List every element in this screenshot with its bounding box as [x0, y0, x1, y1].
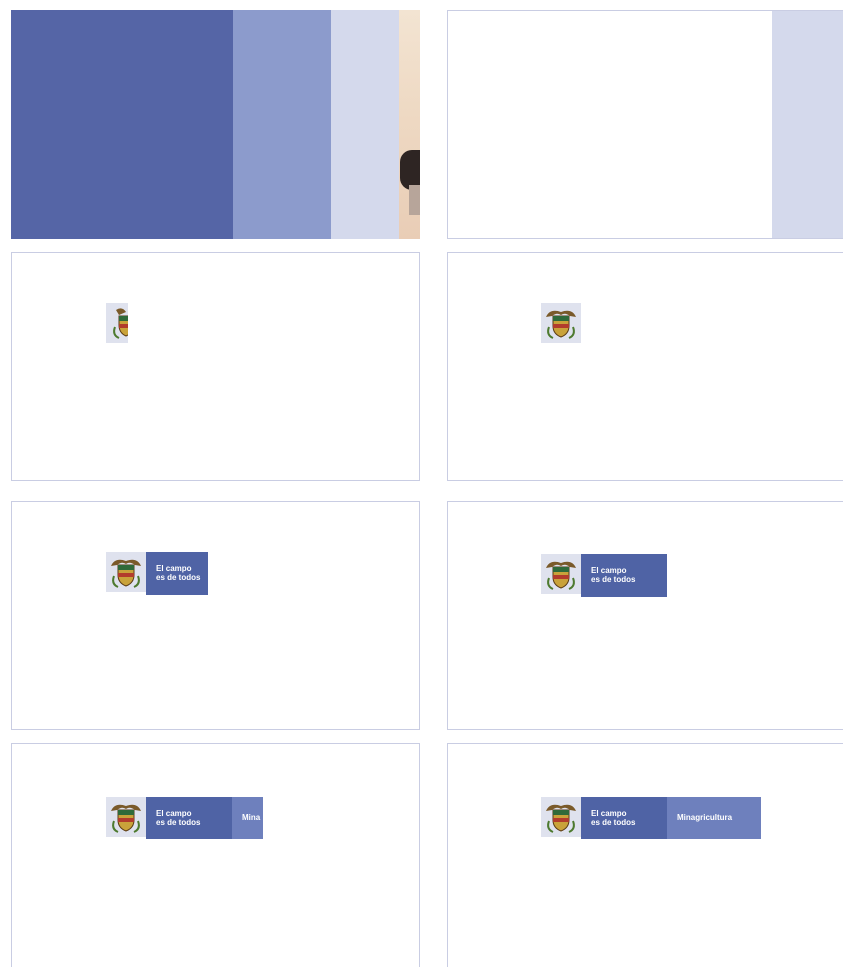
coat-of-arms-icon [541, 554, 581, 594]
slogan-line-2: es de todos [156, 573, 201, 582]
coat-of-arms-icon [541, 797, 581, 837]
slogan-line-1: El campo [591, 566, 627, 575]
coat-of-arms-icon [106, 552, 146, 592]
coat-of-arms-icon [106, 797, 146, 837]
frame-1 [11, 10, 420, 239]
coat-of-arms-icon [541, 303, 581, 343]
slogan-line-1: El campo [156, 809, 192, 818]
frame-8: El campo es de todos Minagricultura [447, 743, 843, 967]
ministry-label: Minagricultura [677, 813, 733, 822]
slogan-line-1: El campo [591, 809, 627, 818]
slogan-block: El campo es de todos [146, 552, 208, 595]
slogan-block: El campo es de todos [146, 797, 232, 839]
ministry-block: Minagricultura [667, 797, 761, 839]
mid-blue-bar [233, 10, 331, 239]
slogan-block: El campo es de todos [581, 797, 667, 839]
light-blue-bar [331, 10, 399, 239]
slogan-block: El campo es de todos [581, 554, 667, 597]
frame-5: El campo es de todos [11, 501, 420, 730]
frame-2 [447, 10, 843, 239]
frame-7: El campo es de todos Mina [11, 743, 420, 967]
slogan-line-2: es de todos [591, 575, 636, 584]
frame-6: El campo es de todos [447, 501, 843, 730]
slogan-line-2: es de todos [156, 818, 201, 827]
frame-3 [11, 252, 420, 481]
slogan-line-2: es de todos [591, 818, 636, 827]
pale-blue-edge-bar [772, 11, 843, 238]
slogan-line-1: El campo [156, 564, 192, 573]
frame-4 [447, 252, 843, 481]
coat-of-arms-icon [106, 303, 128, 343]
ministry-label: Mina [242, 813, 261, 822]
dark-blue-bar [11, 10, 233, 239]
photo-strip [399, 10, 420, 239]
ministry-block: Mina [232, 797, 263, 839]
person-silhouette [400, 150, 420, 190]
